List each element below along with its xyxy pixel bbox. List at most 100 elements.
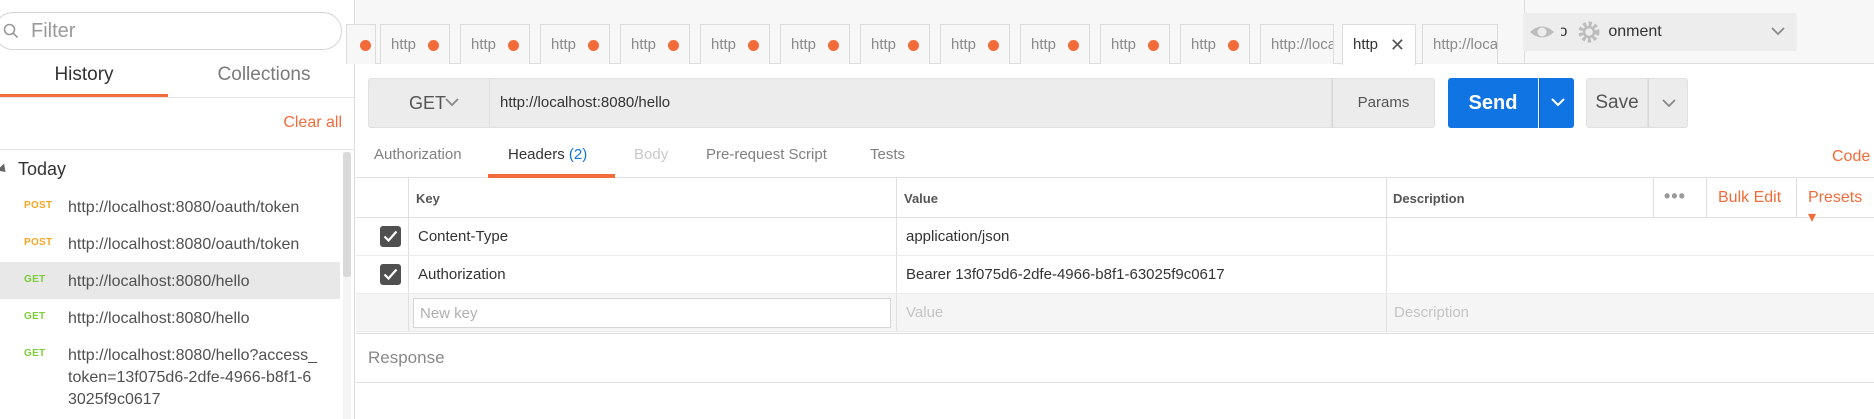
send-button[interactable]: Send (1448, 78, 1538, 128)
tab-label: http (951, 36, 977, 53)
header-value-cell[interactable]: Bearer 13f075d6-2dfe-4966-b8f1-63025f9c0… (906, 266, 1225, 283)
environment-quick-look-button[interactable] (1523, 13, 1561, 51)
chevron-down-icon (445, 98, 459, 107)
header-enabled-checkbox[interactable] (380, 264, 401, 285)
history-item[interactable]: POST http://localhost:8080/oauth/token (0, 225, 340, 262)
header-enabled-checkbox[interactable] (380, 226, 401, 247)
tab-prerequest-script[interactable]: Pre-request Script (706, 146, 827, 163)
unsaved-dot-icon (748, 40, 759, 51)
column-divider (408, 178, 409, 217)
table-row: Content-Type application/json (356, 218, 1874, 256)
tab-history[interactable]: History (0, 60, 168, 98)
sidebar-tabs: History Collections (0, 60, 354, 98)
table-row-new: Value Description (356, 294, 1874, 332)
column-divider (896, 294, 897, 331)
url-line: token=13f075d6-2dfe-4966-b8f1-6 (68, 369, 312, 386)
column-divider (1706, 178, 1707, 217)
history-item[interactable]: GET http://localhost:8080/hello (0, 299, 340, 336)
request-tab[interactable]: http (540, 24, 610, 64)
history-item-selected[interactable]: GET http://localhost:8080/hello (0, 262, 340, 299)
presets-label: Presets (1808, 189, 1863, 206)
sidebar: History Collections Clear all Today POST… (0, 0, 355, 419)
tab-body[interactable]: Body (634, 146, 668, 163)
unsaved-dot-icon (588, 40, 599, 51)
request-section-tabs: Authorization Headers (2) Body Pre-reque… (356, 136, 1874, 178)
request-tab[interactable]: http (380, 24, 450, 64)
checkmark-icon (383, 230, 398, 243)
new-key-input[interactable] (413, 298, 891, 328)
unsaved-dot-icon (360, 40, 371, 51)
tab-label: http (471, 36, 497, 53)
tab-headers[interactable]: Headers (2) (508, 146, 587, 163)
response-section: Response (356, 333, 1874, 383)
column-divider (896, 178, 897, 217)
unsaved-dot-icon (1228, 40, 1239, 51)
request-tab[interactable]: http://loca (1260, 24, 1334, 64)
save-button[interactable]: Save (1586, 78, 1648, 128)
url-line: http://localhost:8080/hello?access_ (68, 347, 318, 364)
request-tab[interactable] (346, 24, 376, 64)
history-url: http://localhost:8080/hello (68, 310, 250, 327)
history-item[interactable]: POST http://localhost:8080/oauth/token (0, 188, 340, 225)
method-label: GET (409, 93, 447, 113)
column-divider (408, 294, 409, 331)
new-description-input[interactable]: Description (1394, 304, 1469, 321)
column-divider (896, 256, 897, 293)
tab-tests[interactable]: Tests (870, 146, 905, 163)
request-tab[interactable]: http (1100, 24, 1170, 64)
caret-down-icon (0, 162, 10, 176)
chevron-down-icon (1662, 99, 1676, 108)
tab-label: http (791, 36, 817, 53)
save-options-button[interactable] (1648, 78, 1688, 128)
history-item[interactable]: GET http://localhost:8080/hello?access_ … (0, 336, 340, 419)
request-tab[interactable]: http (860, 24, 930, 64)
header-value-cell[interactable]: application/json (906, 228, 1009, 245)
tab-label: http (631, 36, 657, 53)
filter-box[interactable] (0, 12, 342, 50)
new-value-input[interactable]: Value (906, 304, 943, 321)
request-tab-active[interactable]: http ✕ (1342, 24, 1416, 65)
url-input[interactable]: http://localhost:8080/hello (490, 78, 1332, 128)
request-tab[interactable]: http (620, 24, 690, 64)
method-select[interactable]: GET (368, 78, 490, 128)
request-tab[interactable]: http://loca (1422, 24, 1498, 64)
more-options-icon[interactable]: ••• (1664, 186, 1686, 207)
tab-label: http (1031, 36, 1057, 53)
tab-label: http://loca (1433, 36, 1498, 53)
tab-label: http (551, 36, 577, 53)
history-url: http://localhost:8080/oauth/token (68, 236, 300, 253)
scrollbar-thumb[interactable] (343, 152, 351, 277)
unsaved-dot-icon (828, 40, 839, 51)
header-key-cell[interactable]: Authorization (418, 266, 506, 283)
request-tab[interactable]: http (1180, 24, 1250, 64)
response-label: Response (368, 348, 445, 367)
request-tab[interactable]: http (460, 24, 530, 64)
tab-collections[interactable]: Collections (180, 60, 348, 98)
bulk-edit-button[interactable]: Bulk Edit (1718, 189, 1781, 207)
column-header-key: Key (416, 191, 440, 206)
request-panel: http http http http http http http http … (346, 0, 1874, 419)
settings-button[interactable] (1569, 13, 1609, 51)
history-url: http://localhost:8080/hello (68, 273, 250, 290)
generate-code-link[interactable]: Code (1832, 148, 1870, 166)
headers-count: (2) (568, 146, 588, 163)
request-tab[interactable]: http (1020, 24, 1090, 64)
request-tab[interactable]: http (940, 24, 1010, 64)
history-group-today[interactable]: Today (0, 158, 66, 180)
unsaved-dot-icon (668, 40, 679, 51)
clear-all-button[interactable]: Clear all (283, 114, 342, 132)
tab-authorization[interactable]: Authorization (374, 146, 462, 163)
request-tab[interactable]: http (780, 24, 850, 64)
tab-label: http (1111, 36, 1137, 53)
filter-input[interactable] (31, 19, 311, 43)
header-key-cell[interactable]: Content-Type (418, 228, 508, 245)
params-button[interactable]: Params (1332, 78, 1435, 128)
tab-label: http (1191, 36, 1217, 53)
tab-label: http (711, 36, 737, 53)
close-icon[interactable]: ✕ (1390, 25, 1405, 65)
request-tab[interactable]: http (700, 24, 770, 64)
history-group-label: Today (18, 158, 67, 179)
table-row: Authorization Bearer 13f075d6-2dfe-4966-… (356, 256, 1874, 294)
send-options-button[interactable] (1539, 78, 1574, 128)
eye-icon (1530, 26, 1554, 38)
